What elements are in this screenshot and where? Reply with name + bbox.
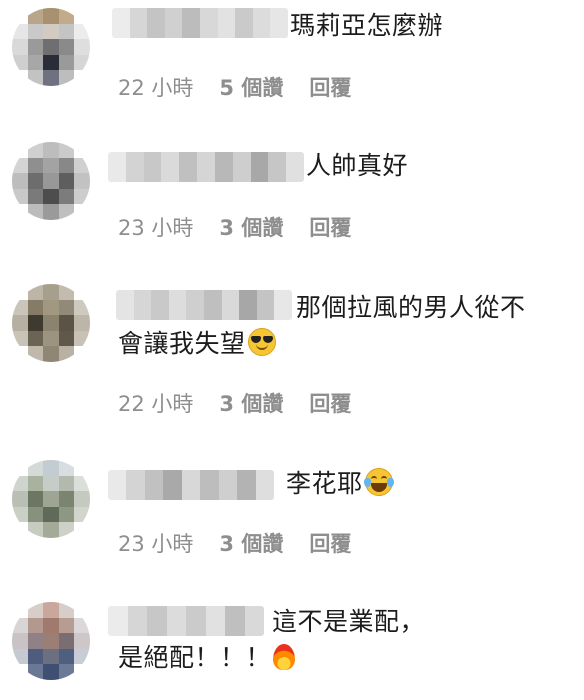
avatar[interactable] [12,8,90,86]
blurred-username[interactable] [108,470,274,500]
comment-text: 那個拉風的男人從不 [296,293,526,322]
reply-button[interactable]: 回覆 [309,212,351,242]
comment-timestamp: 23 小時 [118,216,194,240]
comment-meta: 23 小時 3 個讚 回覆 [118,528,351,558]
comment-text-line2: 會讓我失望 [118,329,246,358]
sunglasses-emoji-icon [247,328,276,356]
comment-likes[interactable]: 3 個讚 [219,212,283,242]
blurred-username[interactable] [112,8,288,38]
reply-button[interactable]: 回覆 [309,388,351,418]
reply-button[interactable]: 回覆 [309,528,351,558]
fire-emoji-icon [273,644,296,670]
avatar[interactable] [12,602,90,680]
comment-text-line2: 是絕配！！！ [118,643,272,672]
comment-meta: 22 小時 5 個讚 回覆 [118,72,351,102]
comment-text-continued: 會讓我失望 [118,324,276,364]
comment-text-line1: 李花耶 [286,469,363,498]
comment-likes[interactable]: 5 個讚 [219,72,283,102]
comment-likes[interactable]: 3 個讚 [219,388,283,418]
blurred-username[interactable] [108,152,304,182]
reply-button[interactable]: 回覆 [309,72,351,102]
blurred-username[interactable] [116,290,292,320]
comment-text: 李花耶 [286,464,394,504]
blurred-username[interactable] [108,606,264,636]
avatar[interactable] [12,284,90,362]
comment-timestamp: 22 小時 [118,76,194,100]
comment-timestamp: 23 小時 [118,532,194,556]
tears-of-joy-emoji-icon [363,468,394,496]
comment-text: 人帥真好 [306,151,409,180]
comment-meta: 23 小時 3 個讚 回覆 [118,212,351,242]
avatar[interactable] [12,460,90,538]
comment-text: 這不是業配， [272,607,426,636]
avatar[interactable] [12,142,90,220]
comment-likes[interactable]: 3 個讚 [219,528,283,558]
comment-timestamp: 22 小時 [118,392,194,416]
comment-meta: 22 小時 3 個讚 回覆 [118,388,351,418]
comment-text: 瑪莉亞怎麼辦 [290,11,444,40]
comment-text-continued: 是絕配！！！ [118,638,296,678]
